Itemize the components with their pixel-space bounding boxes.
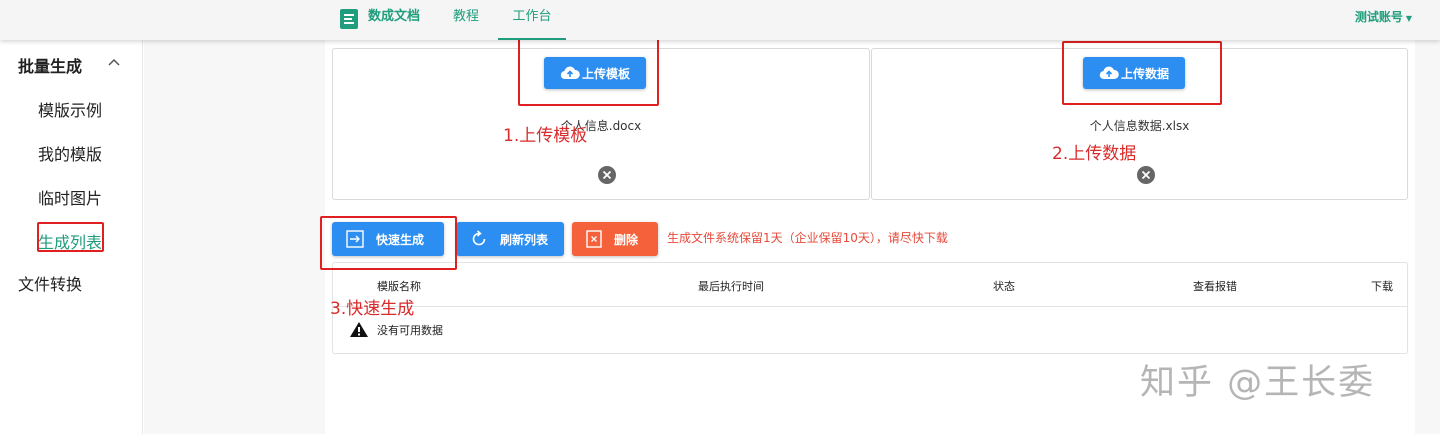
account-menu[interactable]: 测试账号 ▼ bbox=[1355, 0, 1412, 36]
annotation-box-upload-template bbox=[518, 38, 659, 106]
sidebar-group-file-convert[interactable]: 文件转换 bbox=[18, 271, 82, 295]
data-file-name: 个人信息数据.xlsx bbox=[1089, 119, 1190, 133]
table-header: 模版名称 最后执行时间 状态 查看报错 下载 bbox=[333, 263, 1407, 307]
column-header-view-errors[interactable]: 查看报错 bbox=[1193, 278, 1237, 294]
template-file-name: 个人信息.docx bbox=[560, 119, 642, 133]
annotation-step1: 1.上传模板 bbox=[503, 126, 588, 146]
warning-icon bbox=[350, 322, 368, 337]
annotation-step2: 2.上传数据 bbox=[1052, 144, 1137, 164]
chevron-up-icon[interactable] bbox=[108, 55, 120, 70]
remove-data-close-icon[interactable] bbox=[1137, 166, 1155, 184]
watermark: 知乎 @王长委 bbox=[1140, 363, 1376, 403]
top-navbar: 数成文档 教程 工作台 测试账号 ▼ bbox=[0, 0, 1440, 40]
column-header-status[interactable]: 状态 bbox=[993, 278, 1015, 294]
annotation-box-generate-list bbox=[37, 222, 104, 252]
empty-state-row: 没有可用数据 bbox=[349, 321, 443, 338]
sidebar-item-template-examples[interactable]: 模版示例 bbox=[38, 97, 102, 121]
refresh-icon bbox=[472, 230, 486, 246]
empty-state-text: 没有可用数据 bbox=[377, 323, 443, 337]
annotation-box-upload-data bbox=[1062, 41, 1222, 105]
nav-brand-link[interactable]: 数成文档 bbox=[368, 0, 420, 40]
delete-file-icon bbox=[586, 230, 602, 248]
column-header-template-name[interactable]: 模版名称 bbox=[377, 278, 421, 294]
refresh-list-label: 刷新列表 bbox=[500, 232, 549, 247]
delete-label: 删除 bbox=[614, 232, 639, 247]
annotation-step3: 3.快速生成 bbox=[330, 299, 415, 319]
delete-button[interactable]: 删除 bbox=[572, 222, 658, 256]
generate-list-table: 模版名称 最后执行时间 状态 查看报错 下载 没有可用数据 bbox=[332, 262, 1408, 354]
refresh-list-button[interactable]: 刷新列表 bbox=[456, 222, 564, 256]
app-logo-icon[interactable] bbox=[339, 8, 359, 30]
sidebar-item-temp-images[interactable]: 临时图片 bbox=[38, 185, 102, 209]
nav-workbench-tab[interactable]: 工作台 bbox=[498, 0, 566, 40]
sidebar-item-my-templates[interactable]: 我的模版 bbox=[38, 141, 102, 165]
caret-down-icon: ▼ bbox=[1405, 14, 1412, 23]
column-header-download[interactable]: 下载 bbox=[1371, 278, 1393, 294]
sidebar-group-batch[interactable]: 批量生成 bbox=[18, 53, 82, 77]
remove-template-close-icon[interactable] bbox=[598, 166, 616, 184]
account-name: 测试账号 bbox=[1354, 10, 1403, 24]
retention-notice: 生成文件系统保留1天（企业保留10天），请尽快下载 bbox=[667, 231, 948, 245]
column-header-last-run-time[interactable]: 最后执行时间 bbox=[698, 278, 764, 294]
annotation-box-quick-generate bbox=[320, 216, 457, 270]
nav-tutorial-link[interactable]: 教程 bbox=[453, 0, 479, 40]
